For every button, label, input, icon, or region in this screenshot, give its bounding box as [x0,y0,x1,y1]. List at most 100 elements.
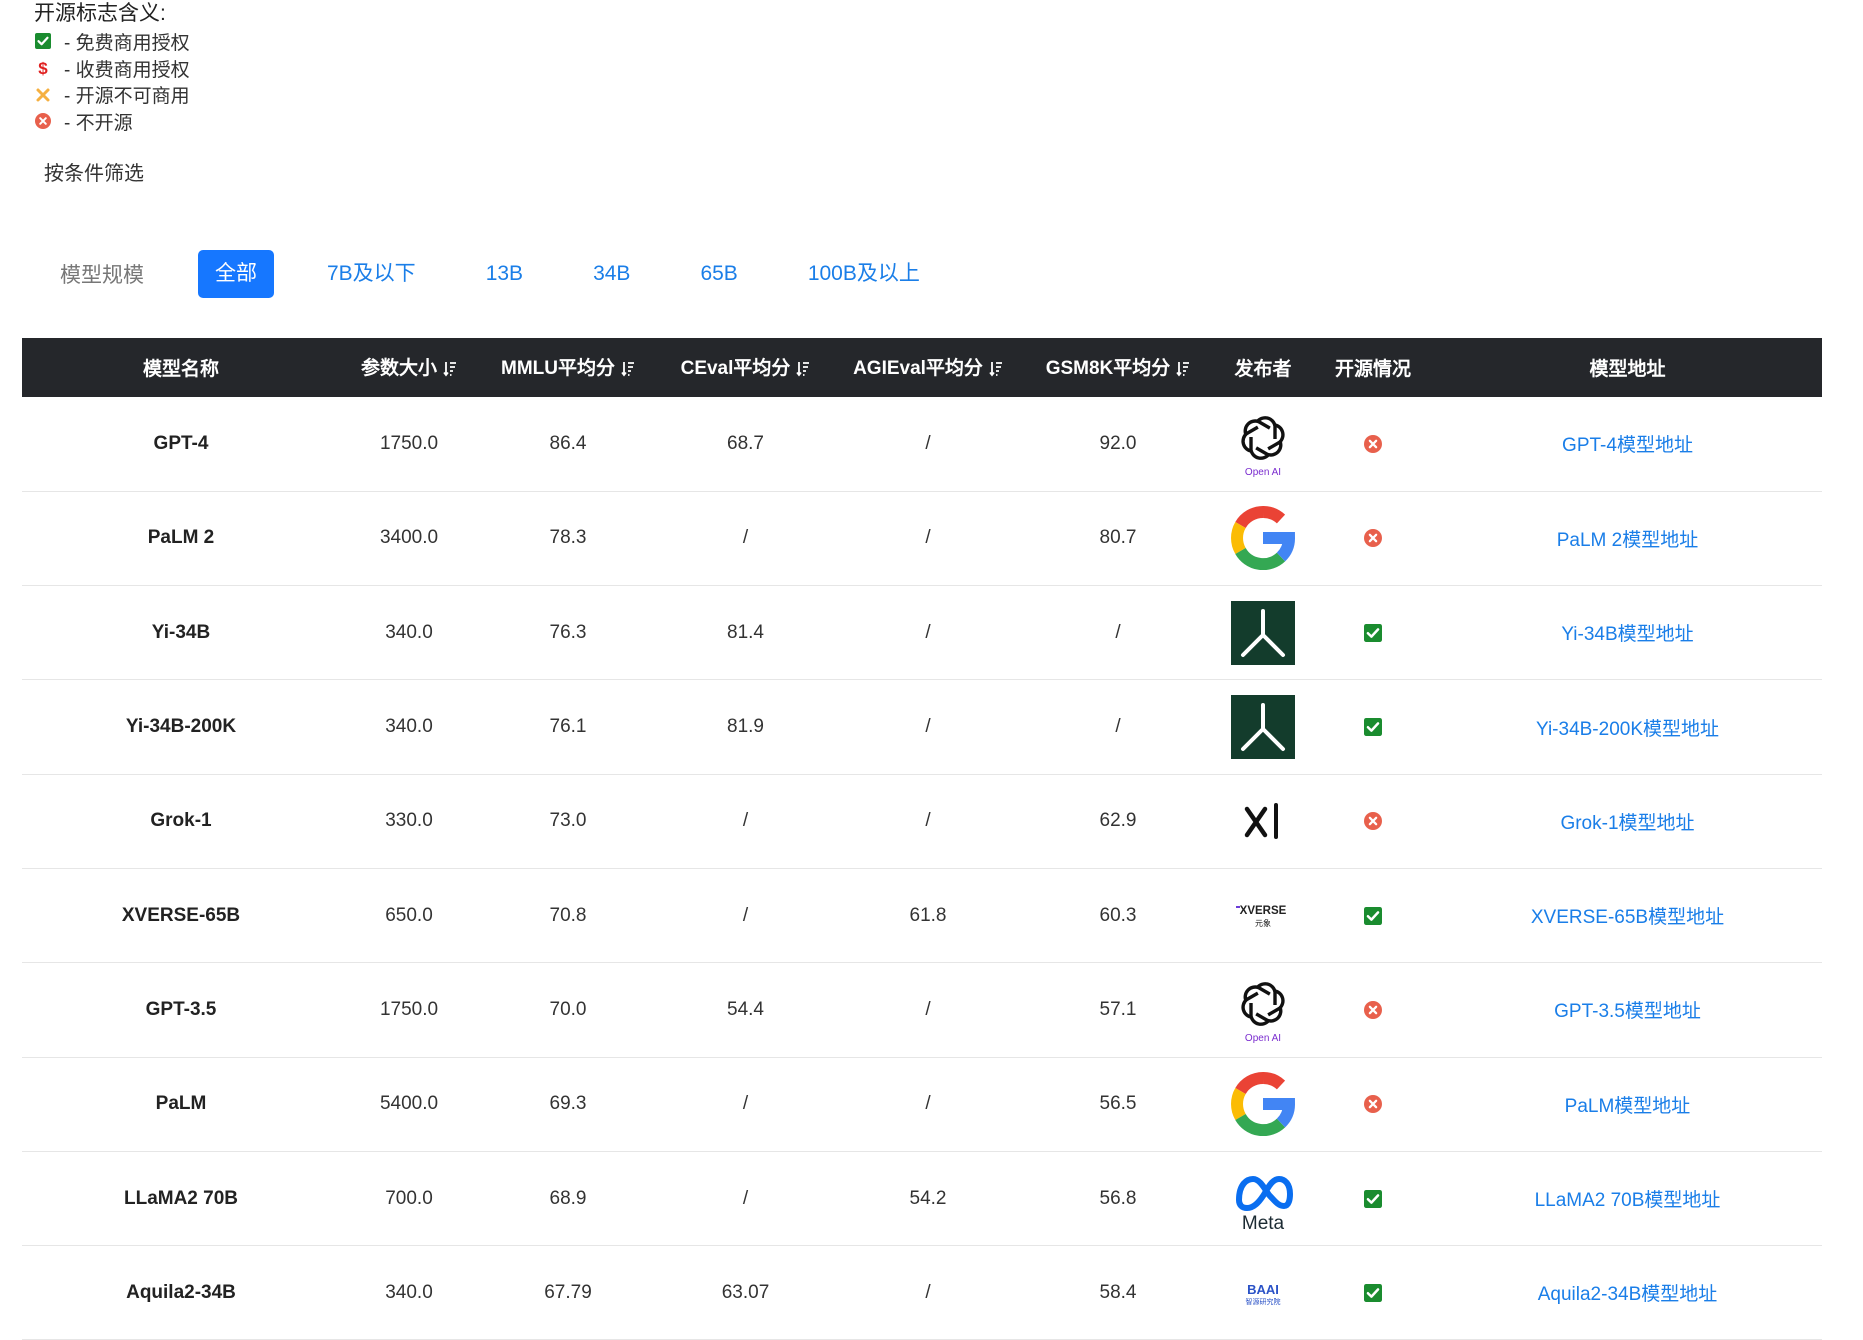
publisher-cell: Meta [1213,1151,1313,1245]
gsm8k-score: 60.3 [1099,904,1137,926]
column-header-agieval[interactable]: AGIEval平均分 [833,338,1023,397]
agieval-score: / [925,1281,931,1303]
green-check-icon [1364,1283,1382,1302]
filter-option-34b[interactable]: 34B [576,250,647,298]
open-source-cell [1313,1246,1433,1340]
table-row: GPT-4 1750.0 86.4 68.7 / 92.0 Open AI GPT-4模型… [22,397,1822,492]
column-header-ceval[interactable]: CEval平均分 [658,338,833,397]
gsm8k-score: 80.7 [1099,527,1137,549]
publisher-cell: BAAI 智源研究院 [1213,1246,1313,1340]
param-size: 5400.0 [379,1093,439,1115]
ceval-score: 81.9 [727,716,764,738]
sort-icon[interactable] [1176,361,1190,383]
legend-item-free-commercial: - 免费商用授权 [34,28,190,55]
open-source-cell [1313,397,1433,491]
legend-title: 开源标志含义: [34,2,166,25]
model-url-link[interactable]: XVERSE-65B模型地址 [1531,907,1724,928]
model-url-link[interactable]: Grok-1模型地址 [1560,813,1694,834]
legend-label: - 开源不可商用 [64,86,190,108]
open-source-cell [1313,586,1433,680]
gsm8k-score: 56.8 [1099,1187,1137,1209]
model-url-link[interactable]: PaLM 2模型地址 [1557,530,1698,551]
column-header-mmlu[interactable]: MMLU平均分 [478,338,658,397]
legend-label: - 不开源 [64,112,133,134]
filter-option-7b-and-below[interactable]: 7B及以下 [310,250,433,298]
model-url-link[interactable]: PaLM模型地址 [1565,1096,1691,1117]
red-circle-x-icon [1364,529,1382,548]
svg-text:Meta: Meta [1242,1213,1285,1232]
model-url-cell: PaLM模型地址 [1433,1057,1822,1151]
param-size: 340.0 [385,621,433,643]
sort-icon[interactable] [796,361,810,383]
open-source-cell [1313,1151,1433,1245]
mmlu-score: 76.3 [549,621,587,643]
agieval-score: 54.2 [909,1187,947,1209]
sort-icon[interactable] [621,361,635,383]
green-check-icon [1364,906,1382,925]
orange-x-icon [34,86,52,104]
model-name: Yi-34B-200K [125,716,237,738]
agieval-score: / [925,527,931,549]
ceval-score: 81.4 [727,621,764,643]
table-row: LLaMA2 70B 700.0 68.9 / 54.2 56.8 Meta LLaMA2… [22,1151,1822,1246]
param-size: 3400.0 [379,527,439,549]
filter-option-65b[interactable]: 65B [683,250,754,298]
param-size: 650.0 [385,904,433,926]
legend-item-open-noncommercial: - 开源不可商用 [34,81,190,108]
model-url-cell: Yi-34B-200K模型地址 [1433,680,1822,774]
svg-text:Open AI: Open AI [1245,467,1281,477]
open-source-cell [1313,868,1433,962]
ceval-score: / [742,527,749,549]
legend-label: - 免费商用授权 [64,32,190,54]
green-check-icon [1364,623,1382,642]
model-name: Yi-34B [151,621,211,643]
model-url-link[interactable]: Aquila2-34B模型地址 [1538,1284,1718,1305]
publisher-cell [1213,586,1313,680]
model-url-link[interactable]: GPT-3.5模型地址 [1554,1001,1701,1022]
agieval-score: / [925,998,931,1020]
01ai-logo [1230,694,1296,760]
table-row: GPT-3.5 1750.0 70.0 54.4 / 57.1 Open AI GPT-3… [22,963,1822,1058]
model-url-link[interactable]: Yi-34B模型地址 [1561,624,1693,645]
model-name: PaLM [155,1093,207,1115]
red-circle-x-icon [1364,434,1382,453]
green-check-icon [34,32,52,50]
model-url-cell: Grok-1模型地址 [1433,774,1822,868]
xverse-logo: XVERSE 元象 [1230,883,1296,949]
model-url-link[interactable]: GPT-4模型地址 [1562,435,1693,456]
column-header-gsm8k[interactable]: GSM8K平均分 [1023,338,1213,397]
mmlu-score: 69.3 [549,1093,587,1115]
sort-icon[interactable] [443,361,457,383]
table-row: XVERSE-65B 650.0 70.8 / 61.8 60.3 XVERSE 元象 X… [22,868,1822,963]
sort-icon[interactable] [989,361,1003,383]
column-header-open-source: 开源情况 [1334,359,1411,380]
table-row: Grok-1 330.0 73.0 / / 62.9 Grok-1模型地址 [22,774,1822,869]
dollar-icon: $ [34,59,52,77]
ceval-score: 63.07 [721,1281,770,1303]
model-name: GPT-4 [153,432,209,454]
filter-option-all[interactable]: 全部 [198,250,274,298]
table-row: PaLM 2 3400.0 78.3 / / 80.7 PaLM 2模型地址 [22,491,1822,586]
agieval-score: / [925,716,931,738]
table-row: Yi-34B 340.0 76.3 81.4 / / Yi-34B模型地址 [22,586,1822,680]
meta-logo: Meta [1230,1166,1296,1232]
column-header-url: 模型地址 [1589,359,1666,380]
ceval-score: 54.4 [727,998,764,1020]
red-circle-x-icon [1364,1000,1382,1019]
ceval-score: / [742,1093,749,1115]
model-name: XVERSE-65B [121,904,241,926]
table-row: Yi-34B-200K 340.0 76.1 81.9 / / Yi-34B-200K模型… [22,680,1822,775]
filter-option-100b-and-above[interactable]: 100B及以上 [791,250,937,298]
open-source-cell [1313,774,1433,868]
gsm8k-score: 92.0 [1099,432,1137,454]
open-source-cell [1313,963,1433,1057]
ceval-score: / [742,1187,749,1209]
model-url-link[interactable]: LLaMA2 70B模型地址 [1535,1190,1721,1211]
column-header-params[interactable]: 参数大小 [340,338,478,397]
filter-option-13b[interactable]: 13B [469,250,540,298]
gsm8k-score: / [1115,716,1121,738]
google-logo [1230,505,1296,571]
model-url-link[interactable]: Yi-34B-200K模型地址 [1536,719,1719,740]
param-size: 700.0 [385,1187,433,1209]
svg-text:$: $ [38,59,48,77]
